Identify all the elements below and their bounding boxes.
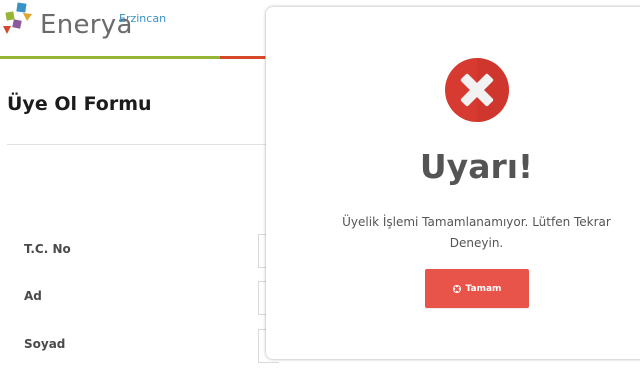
enerya-logo[interactable]: Enerya Erzincan [2, 2, 182, 42]
logo-mark-icon [3, 2, 32, 34]
form-divider [7, 144, 267, 145]
tc-no-label: T.C. No [24, 242, 71, 256]
modal-title: Uyarı! [419, 147, 534, 186]
ad-label: Ad [24, 289, 42, 303]
brand-region: Erzincan [119, 12, 167, 25]
form-title: Üye Ol Formu [7, 93, 152, 115]
alert-modal: Uyarı! Üyelik İşlemi Tamamlanamıyor. Lüt… [266, 7, 640, 359]
error-x-icon [445, 58, 509, 122]
modal-message: Üyelik İşlemi Tamamlanamıyor. Lütfen Tek… [342, 215, 611, 250]
color-bar-red [220, 56, 265, 59]
close-circle-icon [452, 284, 461, 293]
soyad-label: Soyad [24, 337, 66, 351]
color-bar-green [0, 56, 220, 59]
tamam-button[interactable]: Tamam [425, 269, 529, 308]
tamam-button-label: Tamam [465, 283, 502, 294]
